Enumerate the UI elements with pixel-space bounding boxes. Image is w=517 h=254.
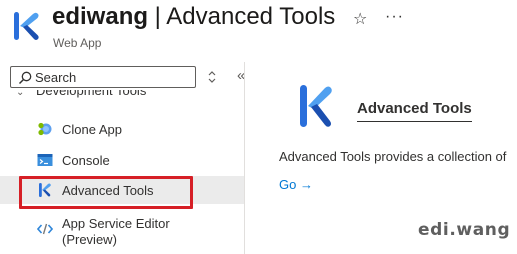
console-icon	[37, 154, 53, 166]
advanced-tools-icon	[39, 183, 51, 197]
sidebar-item-label: Advanced Tools	[62, 183, 154, 198]
blade-title: | Advanced Tools	[148, 3, 336, 30]
search-box[interactable]	[10, 66, 196, 88]
watermark-text: edi.wang	[418, 220, 511, 240]
sidebar-item-console[interactable]: Console	[0, 146, 244, 174]
app-logo-icon	[14, 12, 39, 40]
more-icon[interactable]: ···	[385, 8, 404, 26]
go-link[interactable]: Go →	[279, 177, 313, 192]
chevron-down-icon: ⌄	[16, 90, 25, 98]
code-editor-icon	[37, 223, 53, 235]
sidebar-item-label: Clone App	[62, 122, 122, 137]
advanced-tools-logo-icon	[300, 85, 332, 127]
page-title: ediwang | Advanced Tools	[52, 3, 335, 31]
resource-type-subtitle: Web App	[53, 36, 102, 50]
sidebar-item-label-line2: (Preview)	[62, 232, 117, 247]
sidebar-item-app-service-editor[interactable]: App Service Editor (Preview)	[0, 212, 244, 252]
sidebar-item-label-line1: App Service Editor	[62, 216, 170, 231]
content-description: Advanced Tools provides a collection of	[279, 149, 507, 164]
sort-icon[interactable]	[207, 70, 217, 84]
nav-group-label: Development Tools	[36, 90, 147, 98]
search-icon	[18, 71, 32, 85]
star-icon[interactable]: ☆	[353, 9, 367, 29]
sidebar-item-clone-app[interactable]: Clone App	[0, 115, 244, 143]
pane-divider	[244, 62, 245, 254]
search-input[interactable]	[35, 69, 191, 85]
sidebar-item-label: Console	[62, 153, 110, 168]
app-name: ediwang	[52, 3, 149, 30]
sidebar-item-label: App Service Editor (Preview)	[62, 216, 170, 248]
clone-app-icon	[38, 122, 52, 136]
sidebar-item-advanced-tools[interactable]: Advanced Tools	[0, 176, 244, 204]
nav-group-development-tools[interactable]: ⌄ Development Tools	[16, 90, 146, 98]
sidebar-nav: ⌄ Development Tools Clone App Console Adv…	[0, 90, 244, 254]
content-title: Advanced Tools	[357, 100, 472, 122]
